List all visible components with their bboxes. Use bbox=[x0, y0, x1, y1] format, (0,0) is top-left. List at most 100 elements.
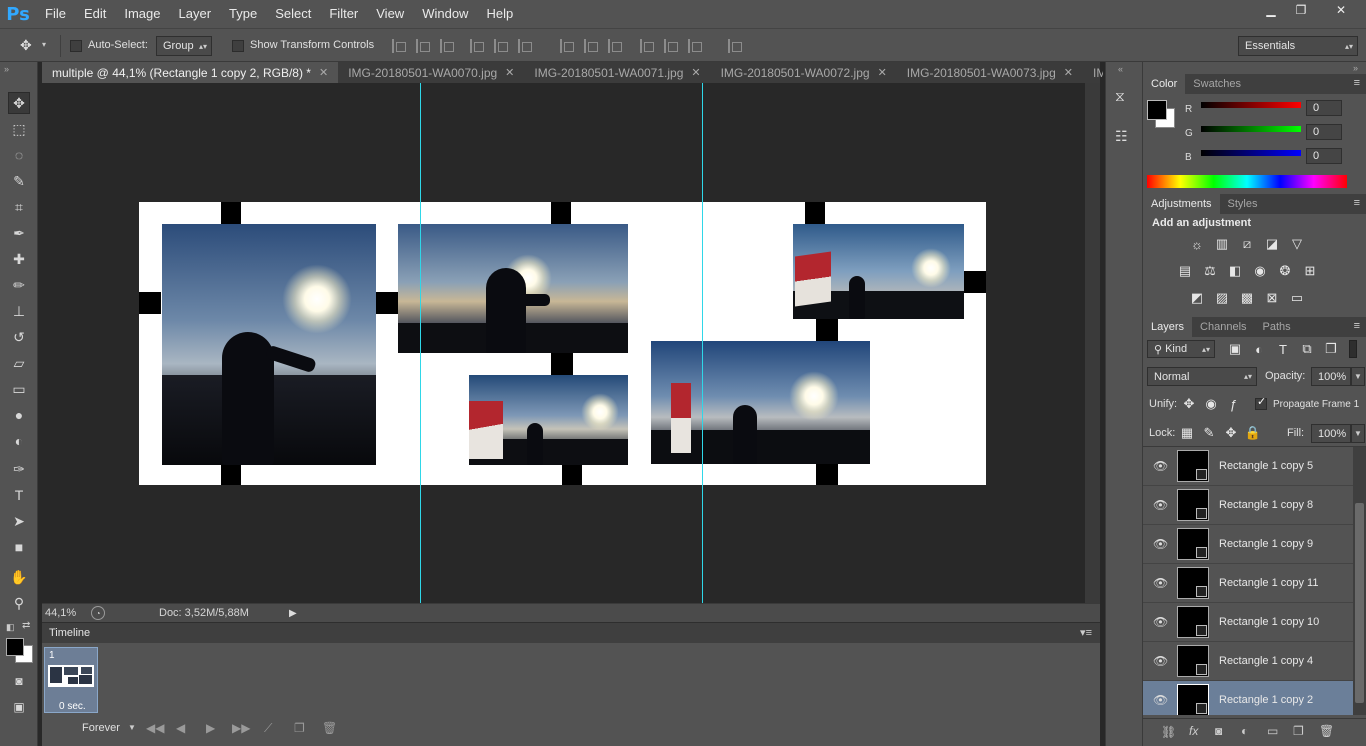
blue-value-input[interactable]: 0 bbox=[1306, 148, 1342, 164]
history-brush-tool-icon[interactable]: ↺ bbox=[8, 326, 30, 348]
green-slider[interactable] bbox=[1201, 126, 1301, 132]
clone-stamp-tool-icon[interactable]: ⊥ bbox=[8, 300, 30, 322]
restore-button[interactable]: ❐ bbox=[1286, 0, 1316, 20]
previous-frame-icon[interactable]: ◀ bbox=[176, 721, 185, 735]
filter-pixel-icon[interactable]: ▣ bbox=[1227, 341, 1243, 356]
invert-icon[interactable]: ◩ bbox=[1189, 290, 1205, 305]
filter-toggle[interactable] bbox=[1349, 340, 1357, 358]
swap-colors-icon[interactable]: ⇄ bbox=[22, 620, 30, 631]
play-icon[interactable]: ▶ bbox=[206, 721, 215, 735]
layer-kind-filter[interactable]: ⚲ Kind ▴▾ bbox=[1147, 340, 1215, 358]
black-rectangle-shape[interactable] bbox=[551, 353, 573, 375]
layer-row[interactable]: 👁 Rectangle 1 copy 4 bbox=[1143, 642, 1353, 681]
lock-all-icon[interactable]: 🔒 bbox=[1245, 425, 1261, 440]
photo-filter-icon[interactable]: ◉ bbox=[1252, 263, 1268, 278]
align-right-icon[interactable] bbox=[518, 39, 532, 53]
brush-tool-icon[interactable]: ✏ bbox=[8, 274, 30, 296]
black-rectangle-shape[interactable] bbox=[964, 271, 986, 293]
filter-shape-icon[interactable]: ⧉ bbox=[1299, 341, 1315, 356]
unify-visibility-icon[interactable]: ◉ bbox=[1203, 396, 1219, 411]
menu-image[interactable]: Image bbox=[115, 0, 169, 28]
distribute-hcenter-icon[interactable] bbox=[664, 39, 678, 53]
tab-styles[interactable]: Styles bbox=[1220, 194, 1266, 214]
workspace-dropdown[interactable]: Essentials ▴▾ bbox=[1238, 36, 1358, 56]
show-transform-checkbox[interactable] bbox=[232, 40, 244, 52]
collapse-strip-icon[interactable]: « bbox=[1118, 64, 1123, 74]
foreground-color-swatch[interactable] bbox=[6, 638, 24, 656]
move-tool-icon[interactable]: ✥ bbox=[8, 92, 30, 114]
layers-scroll-thumb[interactable] bbox=[1355, 503, 1364, 703]
add-mask-icon[interactable]: ◙ bbox=[1215, 724, 1222, 738]
eye-icon[interactable]: 👁 bbox=[1153, 537, 1168, 551]
distribute-right-icon[interactable] bbox=[688, 39, 702, 53]
duplicate-frame-icon[interactable]: ❐ bbox=[294, 721, 305, 735]
new-group-icon[interactable]: ▭ bbox=[1267, 724, 1278, 738]
tab-multiple[interactable]: multiple @ 44,1% (Rectangle 1 copy 2, RG… bbox=[42, 62, 339, 83]
foreground-color-swatch[interactable] bbox=[1147, 100, 1167, 120]
rectangle-tool-icon[interactable]: ■ bbox=[8, 536, 30, 558]
menu-filter[interactable]: Filter bbox=[320, 0, 367, 28]
align-top-icon[interactable] bbox=[392, 39, 406, 53]
blue-slider[interactable] bbox=[1201, 150, 1301, 156]
unify-style-icon[interactable]: ƒ bbox=[1225, 397, 1241, 412]
auto-select-checkbox[interactable] bbox=[70, 40, 82, 52]
layer-row[interactable]: 👁 Rectangle 1 copy 10 bbox=[1143, 603, 1353, 642]
distribute-left-icon[interactable] bbox=[640, 39, 654, 53]
delete-layer-icon[interactable]: 🗑 bbox=[1319, 724, 1334, 738]
close-icon[interactable]: ✕ bbox=[1064, 66, 1073, 79]
delete-frame-icon[interactable]: 🗑 bbox=[322, 721, 337, 735]
close-icon[interactable]: ✕ bbox=[878, 66, 887, 79]
layer-row[interactable]: 👁 Rectangle 1 copy 9 bbox=[1143, 525, 1353, 564]
unify-position-icon[interactable]: ✥ bbox=[1181, 396, 1197, 411]
selective-color-icon[interactable]: ⊠ bbox=[1264, 290, 1280, 305]
default-colors-icon[interactable]: ◧ bbox=[6, 622, 15, 633]
curves-icon[interactable]: ⧄ bbox=[1239, 236, 1255, 251]
close-icon[interactable]: ✕ bbox=[319, 66, 328, 79]
black-rectangle-shape[interactable] bbox=[551, 202, 571, 224]
photo-drinking-closeup[interactable] bbox=[398, 224, 628, 353]
red-slider[interactable] bbox=[1201, 102, 1301, 108]
pen-tool-icon[interactable]: ✑ bbox=[8, 458, 30, 480]
black-rectangle-shape[interactable] bbox=[805, 202, 825, 224]
eye-icon[interactable]: 👁 bbox=[1153, 615, 1168, 629]
properties-panel-icon[interactable]: ☷ bbox=[1115, 128, 1135, 148]
black-rectangle-shape[interactable] bbox=[816, 319, 838, 341]
layer-row[interactable]: 👁 Rectangle 1 copy 11 bbox=[1143, 564, 1353, 603]
menu-layer[interactable]: Layer bbox=[170, 0, 221, 28]
brightness-contrast-icon[interactable]: ☼ bbox=[1189, 237, 1205, 252]
distribute-bottom-icon[interactable] bbox=[608, 39, 622, 53]
auto-select-dropdown[interactable]: Group ▴▾ bbox=[156, 36, 212, 56]
menu-view[interactable]: View bbox=[367, 0, 413, 28]
posterize-icon[interactable]: ▨ bbox=[1214, 290, 1230, 305]
layer-row[interactable]: 👁 Rectangle 1 copy 5 bbox=[1143, 447, 1353, 486]
black-rectangle-shape[interactable] bbox=[376, 292, 398, 314]
vertical-guide[interactable] bbox=[702, 83, 703, 603]
menu-window[interactable]: Window bbox=[413, 0, 477, 28]
menu-edit[interactable]: Edit bbox=[75, 0, 115, 28]
tab-channels[interactable]: Channels bbox=[1192, 317, 1254, 337]
lasso-tool-icon[interactable]: ◌ bbox=[8, 144, 30, 166]
new-adjustment-layer-icon[interactable]: ◐ bbox=[1241, 724, 1248, 738]
tab-paths[interactable]: Paths bbox=[1255, 317, 1299, 337]
align-bottom-icon[interactable] bbox=[440, 39, 454, 53]
lock-transparent-icon[interactable]: ▦ bbox=[1179, 425, 1195, 440]
eye-icon[interactable]: 👁 bbox=[1153, 459, 1168, 473]
menu-select[interactable]: Select bbox=[266, 0, 320, 28]
gradient-map-icon[interactable]: ▭ bbox=[1289, 290, 1305, 305]
black-white-icon[interactable]: ◧ bbox=[1227, 263, 1243, 278]
color-spectrum-ramp[interactable] bbox=[1147, 175, 1347, 188]
black-rectangle-shape[interactable] bbox=[221, 464, 241, 485]
vertical-guide[interactable] bbox=[420, 83, 421, 603]
blur-tool-icon[interactable]: ● bbox=[8, 404, 30, 426]
levels-icon[interactable]: ▥ bbox=[1214, 236, 1230, 251]
marquee-tool-icon[interactable]: ⬚ bbox=[8, 118, 30, 140]
tab-layers[interactable]: Layers bbox=[1143, 317, 1193, 337]
move-tool-icon[interactable]: ✥ bbox=[20, 37, 42, 55]
dodge-tool-icon[interactable]: ◐ bbox=[8, 430, 30, 452]
gradient-tool-icon[interactable]: ▭ bbox=[8, 378, 30, 400]
crop-tool-icon[interactable]: ⌗ bbox=[8, 196, 30, 218]
align-vcenter-icon[interactable] bbox=[416, 39, 430, 53]
history-panel-icon[interactable]: ⧖ bbox=[1115, 88, 1135, 108]
status-menu-arrow-icon[interactable]: ▶ bbox=[289, 608, 297, 619]
close-icon[interactable]: ✕ bbox=[691, 66, 700, 79]
